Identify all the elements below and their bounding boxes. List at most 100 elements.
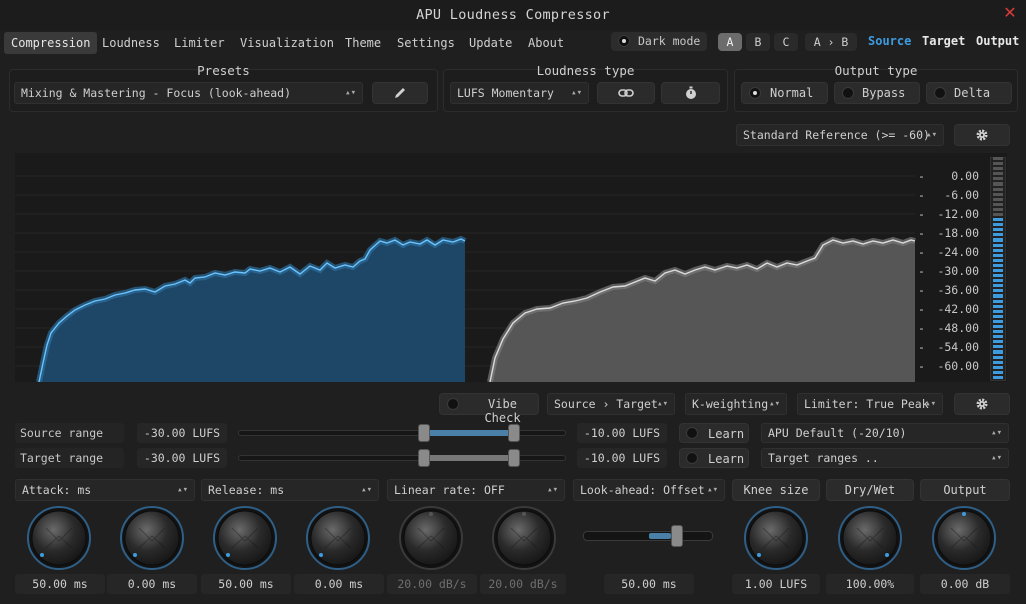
close-icon[interactable]: ✕ xyxy=(1002,4,1018,22)
output-bypass-radio[interactable] xyxy=(842,87,854,99)
output-normal-radio[interactable] xyxy=(749,87,761,99)
scale-tick-label: -6.00 xyxy=(944,188,979,202)
release-dropdown[interactable]: Release: ms ▴▾ xyxy=(201,479,379,501)
drywet-knob[interactable] xyxy=(835,503,905,573)
linear-rate-up-knob[interactable] xyxy=(396,503,466,573)
chevron-updown-icon: ▴▾ xyxy=(571,88,582,98)
tab-compression[interactable]: Compression xyxy=(4,32,98,54)
limiter-settings-button[interactable] xyxy=(954,393,1010,415)
scale-tick-label: -60.00 xyxy=(937,359,979,373)
meter-segment xyxy=(993,335,1003,339)
dark-mode-radio[interactable] xyxy=(618,35,630,47)
release-offset-value[interactable]: 0.00 ms xyxy=(294,574,384,594)
target-learn-radio[interactable] xyxy=(686,452,698,464)
chevron-updown-icon: ▴▾ xyxy=(925,399,936,409)
meter-segment xyxy=(993,309,1003,313)
mode-selected: Source › Target xyxy=(554,397,658,411)
mode-dropdown[interactable]: Source › Target ▴▾ xyxy=(547,393,675,415)
source-range-high-value[interactable]: -10.00 LUFS xyxy=(577,423,667,443)
source-range-slider[interactable] xyxy=(238,423,566,443)
ab-button-a[interactable]: A xyxy=(718,33,742,51)
vibe-check-toggle[interactable]: Vibe Check xyxy=(439,393,539,425)
display-settings-button[interactable] xyxy=(954,124,1010,146)
linear-rate-down-value[interactable]: 20.00 dB/s xyxy=(480,574,566,594)
meter-segment xyxy=(993,182,1003,186)
slider-high-handle[interactable] xyxy=(508,449,520,467)
output-value[interactable]: 0.00 dB xyxy=(920,574,1010,594)
gear-icon xyxy=(976,129,988,141)
ab-button-c[interactable]: C xyxy=(774,33,798,51)
tab-update[interactable]: Update xyxy=(462,32,519,54)
window-title: APU Loudness Compressor xyxy=(416,7,610,23)
view-source[interactable]: Source xyxy=(868,34,911,48)
ab-button-copy[interactable]: A › B xyxy=(805,33,857,51)
release-knob[interactable] xyxy=(210,503,280,573)
ab-button-b[interactable]: B xyxy=(746,33,770,51)
slider-handle[interactable] xyxy=(671,525,683,547)
slider-fill xyxy=(424,455,514,461)
release-value[interactable]: 50.00 ms xyxy=(201,574,291,594)
vibe-check-radio[interactable] xyxy=(447,398,459,410)
edit-preset-button[interactable] xyxy=(372,82,428,104)
meter-segment xyxy=(993,370,1003,374)
tab-limiter[interactable]: Limiter xyxy=(167,32,232,54)
tab-settings[interactable]: Settings xyxy=(390,32,462,54)
chevron-updown-icon: ▴▾ xyxy=(657,399,668,409)
attack-knob[interactable] xyxy=(24,503,94,573)
attack-dropdown[interactable]: Attack: ms ▴▾ xyxy=(15,479,195,501)
source-range-preset-dropdown[interactable]: APU Default (-20/10) ▴▾ xyxy=(761,423,1009,443)
output-delta-button[interactable]: Delta xyxy=(926,82,1012,104)
lookahead-slider[interactable] xyxy=(583,525,715,547)
meter-segment xyxy=(993,319,1003,323)
presets-title: Presets xyxy=(197,63,250,78)
lookahead-value[interactable]: 50.00 ms xyxy=(604,574,694,594)
chevron-updown-icon: ▴▾ xyxy=(991,428,1002,438)
target-range-high-value[interactable]: -10.00 LUFS xyxy=(577,448,667,468)
output-delta-radio[interactable] xyxy=(934,87,946,99)
presets-dropdown[interactable]: Mixing & Mastering - Focus (look-ahead) … xyxy=(14,82,363,104)
dark-mode-toggle[interactable]: Dark mode xyxy=(611,32,707,51)
tab-about[interactable]: About xyxy=(521,32,571,54)
view-target[interactable]: Target xyxy=(922,34,965,48)
target-range-preset-dropdown[interactable]: Target ranges .. ▴▾ xyxy=(761,448,1009,468)
linear-rate-up-value[interactable]: 20.00 dB/s xyxy=(387,574,477,594)
attack-offset-knob[interactable] xyxy=(117,503,187,573)
source-range-low-value[interactable]: -30.00 LUFS xyxy=(137,423,227,443)
tab-visualization[interactable]: Visualization xyxy=(233,32,341,54)
limiter-dropdown[interactable]: Limiter: True Peak ▴▾ xyxy=(797,393,943,415)
meter-segment xyxy=(993,340,1003,344)
target-range-low-value[interactable]: -30.00 LUFS xyxy=(137,448,227,468)
meter-segment xyxy=(993,314,1003,318)
drywet-value[interactable]: 100.00% xyxy=(826,574,914,594)
target-range-slider[interactable] xyxy=(238,448,566,468)
release-offset-knob[interactable] xyxy=(303,503,373,573)
attack-value[interactable]: 50.00 ms xyxy=(15,574,105,594)
output-knob[interactable] xyxy=(929,503,999,573)
slider-fill xyxy=(424,430,514,436)
tab-loudness[interactable]: Loudness xyxy=(95,32,167,54)
reference-dropdown[interactable]: Standard Reference (>= -60) ▴▾ xyxy=(736,124,944,146)
linear-rate-down-knob[interactable] xyxy=(489,503,559,573)
knee-size-knob[interactable] xyxy=(741,503,811,573)
knee-size-value[interactable]: 1.00 LUFS xyxy=(732,574,820,594)
link-button[interactable] xyxy=(597,82,655,104)
target-learn-toggle[interactable]: Learn xyxy=(679,448,749,468)
output-normal-button[interactable]: Normal xyxy=(741,82,828,104)
loudness-type-dropdown[interactable]: LUFS Momentary ▴▾ xyxy=(450,82,589,104)
slider-low-handle[interactable] xyxy=(418,424,430,442)
output-bypass-button[interactable]: Bypass xyxy=(834,82,920,104)
tab-theme[interactable]: Theme xyxy=(338,32,388,54)
timer-button[interactable] xyxy=(661,82,720,104)
view-output[interactable]: Output xyxy=(976,34,1019,48)
target-learn-label: Learn xyxy=(708,452,745,466)
lookahead-dropdown[interactable]: Look-ahead: Offset ▴▾ xyxy=(573,479,725,501)
slider-high-handle[interactable] xyxy=(508,424,520,442)
attack-offset-value[interactable]: 0.00 ms xyxy=(107,574,197,594)
weighting-dropdown[interactable]: K-weighting ▴▾ xyxy=(685,393,787,415)
linear-rate-dropdown[interactable]: Linear rate: OFF ▴▾ xyxy=(387,479,565,501)
meter-segment xyxy=(993,350,1003,354)
slider-low-handle[interactable] xyxy=(418,449,430,467)
source-learn-toggle[interactable]: Learn xyxy=(679,423,749,443)
scale-tick-label: -42.00 xyxy=(937,302,979,316)
source-learn-radio[interactable] xyxy=(686,427,698,439)
